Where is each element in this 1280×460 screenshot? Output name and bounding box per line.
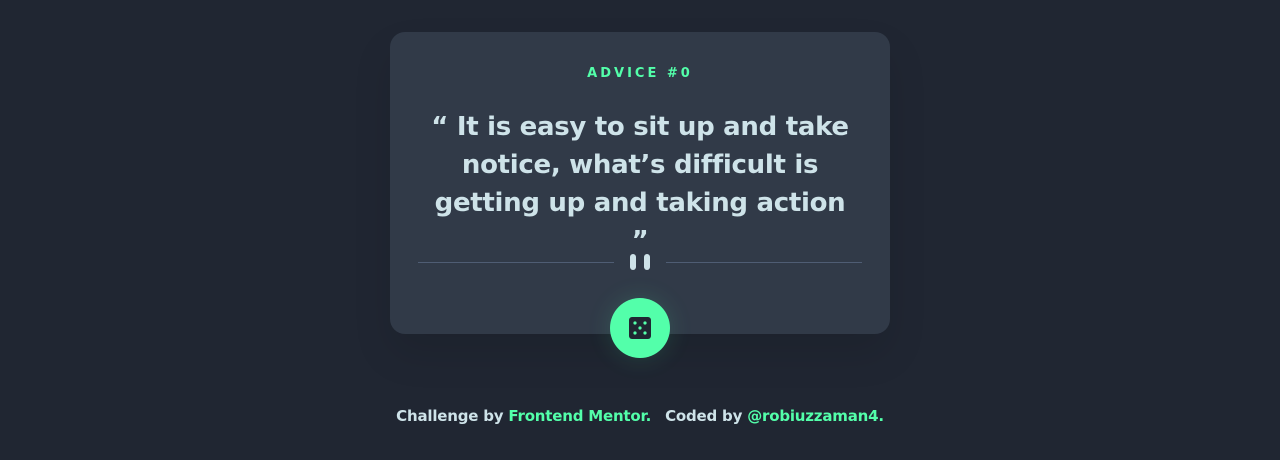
author-link[interactable]: @robiuzzaman4. [747,407,884,425]
pattern-divider [418,254,862,270]
challenge-prefix: Challenge by [396,407,504,425]
quote-open-mark: “ [431,112,449,142]
advice-id: ADVICE #0 [587,66,693,81]
dice-icon [629,317,651,339]
divider-line-left [418,262,614,263]
divider-line-right [666,262,862,263]
new-advice-button[interactable] [610,298,670,358]
pause-bar-right [644,254,650,270]
advice-quote: “ It is easy to sit up and take notice, … [430,108,850,260]
quote-close-mark: ” [631,226,649,256]
advice-card: ADVICE #0 “ It is easy to sit up and tak… [390,32,890,358]
attribution-footer: Challenge by Frontend Mentor. Coded by @r… [0,407,1280,425]
pause-bar-left [630,254,636,270]
advice-text: It is easy to sit up and take notice, wh… [434,112,849,218]
frontend-mentor-link[interactable]: Frontend Mentor. [508,407,651,425]
page: ADVICE #0 “ It is easy to sit up and tak… [0,0,1280,460]
coded-prefix: Coded by [665,407,743,425]
pause-icon [629,254,651,270]
